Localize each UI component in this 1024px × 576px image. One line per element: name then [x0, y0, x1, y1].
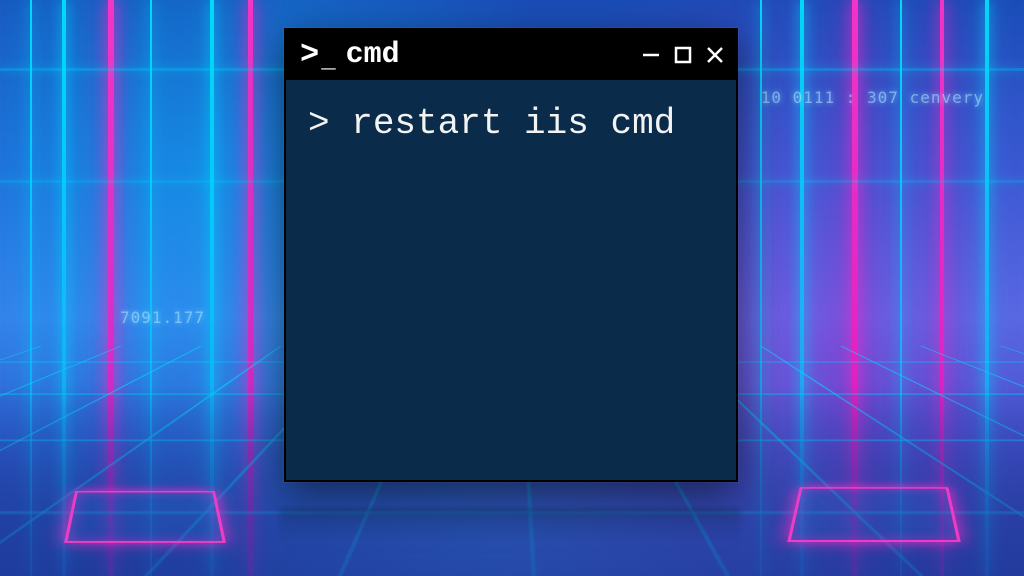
- terminal-icon: >_: [300, 39, 336, 71]
- close-button[interactable]: [704, 44, 726, 66]
- titlebar[interactable]: >_ cmd: [286, 30, 736, 80]
- bg-text-right: 10 0111 : 307 cenvery: [761, 88, 984, 107]
- terminal-window: >_ cmd > restart iis cmd: [284, 28, 738, 482]
- terminal-body[interactable]: > restart iis cmd: [286, 80, 736, 169]
- window-controls: [640, 44, 726, 66]
- maximize-button[interactable]: [672, 44, 694, 66]
- command-line: > restart iis cmd: [308, 100, 714, 149]
- window-title: cmd: [346, 38, 630, 72]
- minimize-button[interactable]: [640, 44, 662, 66]
- bg-text-left: 7091.177: [120, 308, 205, 327]
- prompt-char: >: [308, 103, 330, 144]
- command-text: restart iis cmd: [351, 103, 675, 144]
